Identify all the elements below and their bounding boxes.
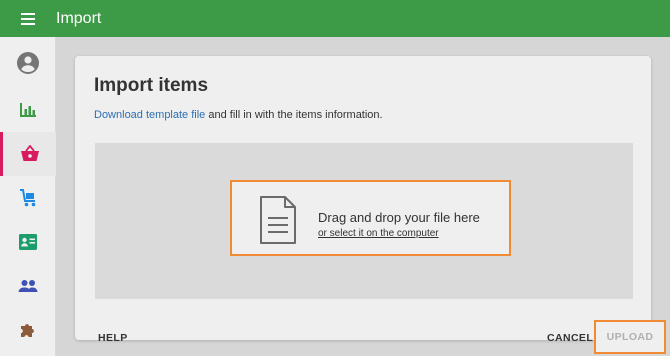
description-text: and fill in with the items information. — [205, 109, 383, 121]
sidebar-item-items[interactable] — [0, 132, 56, 176]
bar-chart-icon — [20, 103, 36, 117]
hamburger-menu-icon[interactable] — [0, 0, 56, 37]
file-dropzone[interactable]: Drag and drop your file here or select i… — [95, 143, 633, 299]
people-icon — [18, 280, 38, 292]
file-document-icon — [260, 196, 296, 244]
sidebar-item-contacts[interactable] — [0, 220, 56, 264]
import-card: Import items Download template file and … — [75, 56, 666, 354]
cart-icon — [20, 189, 36, 207]
sidebar-item-users[interactable] — [0, 264, 56, 308]
select-file-link[interactable]: or select it on the computer — [318, 228, 439, 239]
basket-icon — [20, 145, 39, 161]
card-title: Import items — [94, 75, 209, 96]
import-description: Download template file and fill in with … — [94, 109, 383, 121]
main-content: Import items Download template file and … — [56, 37, 670, 356]
cancel-button[interactable]: CANCEL — [547, 332, 593, 344]
account-circle-icon — [17, 52, 39, 74]
dropzone-title: Drag and drop your file here — [318, 210, 480, 225]
app-header: Import — [0, 0, 670, 37]
contact-card-icon — [19, 234, 37, 250]
sidebar-item-sales[interactable] — [0, 176, 56, 220]
help-button[interactable]: HELP — [98, 332, 128, 344]
puzzle-icon — [21, 324, 34, 337]
sidebar-item-account[interactable] — [0, 41, 56, 85]
sidebar — [0, 37, 56, 356]
download-template-link[interactable]: Download template file — [94, 109, 205, 121]
upload-button[interactable]: UPLOAD — [594, 320, 666, 354]
sidebar-item-plugins[interactable] — [0, 308, 56, 352]
sidebar-item-dashboard[interactable] — [0, 88, 56, 132]
drop-target[interactable]: Drag and drop your file here or select i… — [230, 180, 511, 256]
page-title: Import — [56, 9, 102, 27]
